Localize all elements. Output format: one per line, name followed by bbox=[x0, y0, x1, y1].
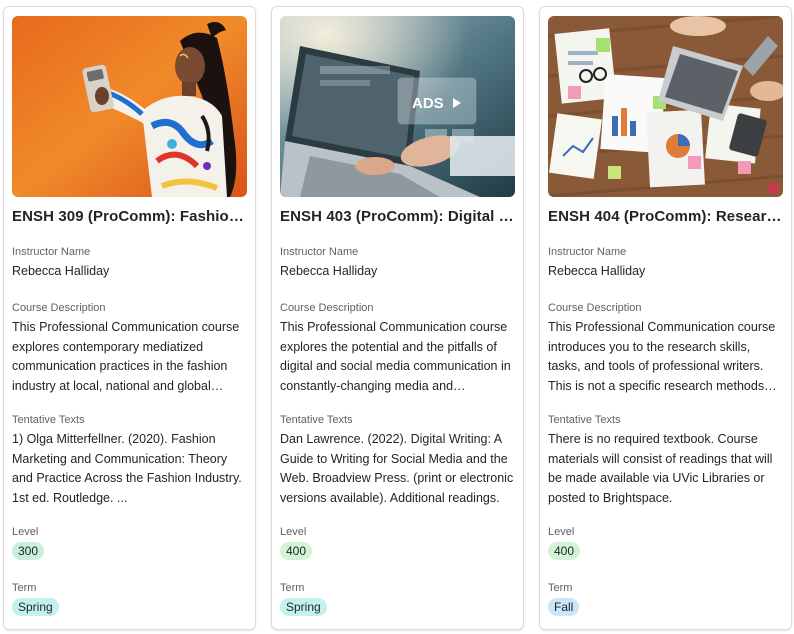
course-title[interactable]: ENSH 309 (ProComm): Fashion Communicatio… bbox=[12, 208, 248, 225]
term-badge: Fall bbox=[548, 598, 580, 616]
course-title[interactable]: ENSH 403 (ProComm): Digital Writing bbox=[280, 208, 516, 225]
level-badge: 400 bbox=[280, 542, 313, 560]
texts-label: Tentative Texts bbox=[548, 414, 621, 426]
tentative-texts: There is no required textbook. Course ma… bbox=[548, 432, 773, 505]
level-badge: 300 bbox=[12, 542, 45, 560]
term-label: Term bbox=[280, 582, 305, 594]
description-label: Course Description bbox=[548, 302, 642, 314]
course-card[interactable]: ENSH 309 (ProComm): Fashion Communicatio… bbox=[3, 6, 256, 630]
course-title[interactable]: ENSH 404 (ProComm): Research Methods bbox=[548, 208, 784, 225]
course-card[interactable]: ADS ENSH 403 (ProComm): Digital Writing … bbox=[271, 6, 524, 630]
course-image-research-desk bbox=[548, 16, 783, 197]
course-image-digital-ads: ADS bbox=[280, 16, 515, 197]
instructor-label: Instructor Name bbox=[548, 246, 627, 258]
term-badge: Spring bbox=[12, 598, 59, 616]
texts-label: Tentative Texts bbox=[280, 414, 353, 426]
instructor-name: Rebecca Halliday bbox=[280, 264, 378, 278]
term-badge: Spring bbox=[280, 598, 327, 616]
course-description: This Professional Communication course e… bbox=[12, 320, 240, 393]
level-label: Level bbox=[12, 526, 39, 538]
instructor-label: Instructor Name bbox=[280, 246, 359, 258]
course-description: This Professional Communication course e… bbox=[280, 320, 511, 393]
tentative-texts: 1) Olga Mitterfellner. (2020). Fashion M… bbox=[12, 432, 242, 505]
term-label: Term bbox=[548, 582, 573, 594]
texts-label: Tentative Texts bbox=[12, 414, 85, 426]
course-card[interactable]: ENSH 404 (ProComm): Research Methods Ins… bbox=[539, 6, 792, 630]
instructor-name: Rebecca Halliday bbox=[548, 264, 646, 278]
ads-text: ADS bbox=[412, 95, 444, 112]
level-label: Level bbox=[280, 526, 307, 538]
tentative-texts: Dan Lawrence. (2022). Digital Writing: A… bbox=[280, 432, 514, 505]
description-label: Course Description bbox=[12, 302, 106, 314]
course-image-fashion bbox=[12, 16, 247, 197]
term-label: Term bbox=[12, 582, 37, 594]
instructor-name: Rebecca Halliday bbox=[12, 264, 110, 278]
level-badge: 400 bbox=[548, 542, 581, 560]
course-description: This Professional Communication course i… bbox=[548, 320, 776, 393]
instructor-label: Instructor Name bbox=[12, 246, 91, 258]
level-label: Level bbox=[548, 526, 575, 538]
description-label: Course Description bbox=[280, 302, 374, 314]
